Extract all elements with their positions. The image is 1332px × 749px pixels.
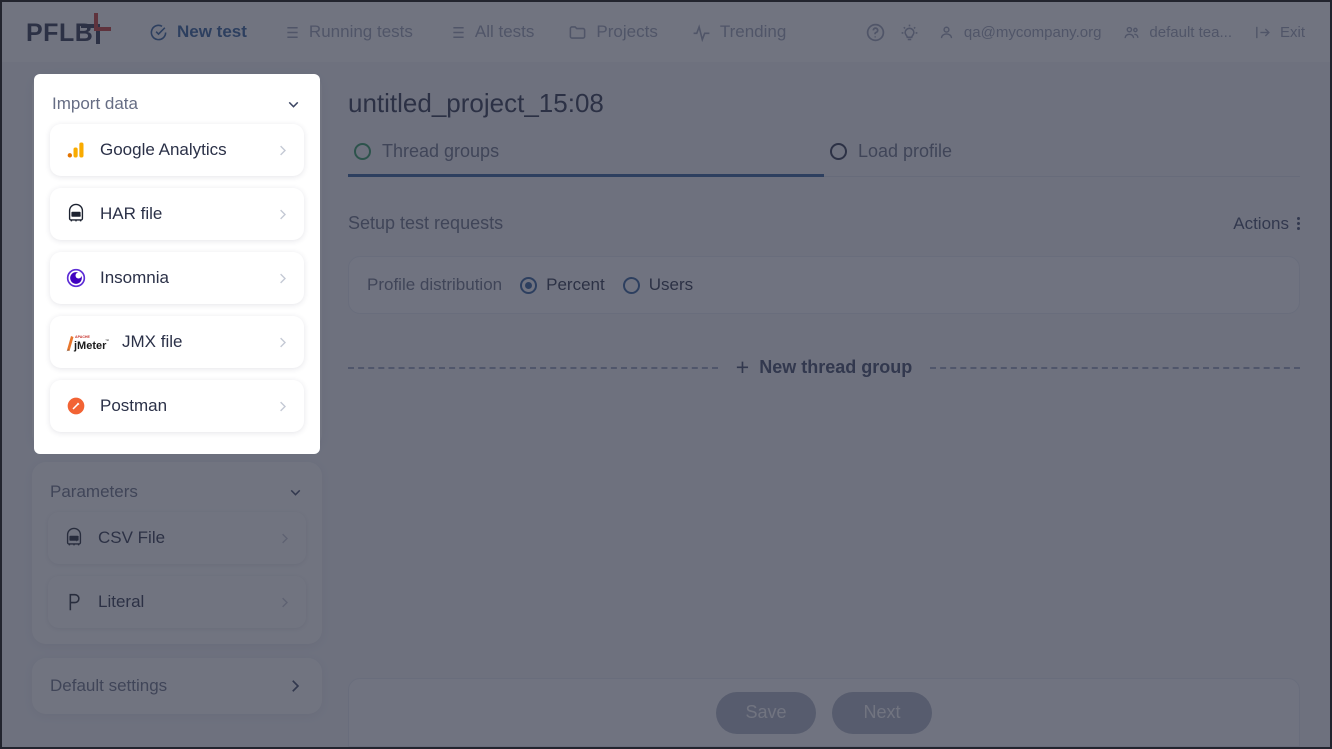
chevron-down-icon [285,96,302,113]
import-data-title: Import data [52,94,138,113]
chevron-right-icon [275,335,290,350]
import-data-panel-spotlight: Import data Google Analytics HAR HAR fil… [34,74,320,454]
import-item-jmx-file-spotlight[interactable]: APACHE jMeter ™ JMX file [50,316,304,368]
import-item-label: Insomnia [100,268,169,287]
svg-text:HAR: HAR [72,213,80,217]
google-analytics-icon [64,138,88,162]
postman-icon [64,394,88,418]
import-data-header-spotlight[interactable]: Import data [50,86,304,124]
chevron-right-icon [275,399,290,414]
import-item-label: Google Analytics [100,140,227,159]
import-item-postman-spotlight[interactable]: Postman [50,380,304,432]
app-window: PFLB New test [0,0,1332,749]
import-item-label: JMX file [122,332,183,351]
chevron-right-icon [275,271,290,286]
import-item-label: HAR file [100,204,163,223]
import-item-google-analytics-spotlight[interactable]: Google Analytics [50,124,304,176]
chevron-right-icon [275,143,290,158]
import-item-insomnia-spotlight[interactable]: Insomnia [50,252,304,304]
insomnia-icon [64,266,88,290]
import-item-label: Postman [100,396,168,415]
svg-text:™: ™ [105,338,109,343]
chevron-right-icon [275,207,290,222]
svg-text:jMeter: jMeter [73,340,107,352]
import-item-har-file-spotlight[interactable]: HAR HAR file [50,188,304,240]
har-file-icon: HAR [64,202,88,226]
jmeter-icon: APACHE jMeter ™ [64,330,110,354]
svg-text:APACHE: APACHE [75,335,91,339]
